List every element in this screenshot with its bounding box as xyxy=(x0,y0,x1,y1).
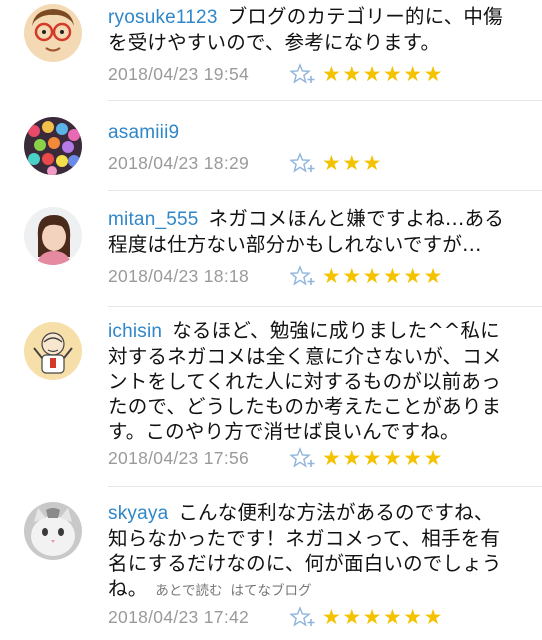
avatar-woman-photo-icon xyxy=(24,207,82,265)
comment-username[interactable]: ichisin xyxy=(108,321,162,342)
avatar-cartoon-man-icon xyxy=(24,322,82,380)
comment-item: asamiii9 2018/04/23 18:29 ★★★ xyxy=(0,100,542,190)
comment-item: skyaya こんな便利な方法があるのですね、知らなかったです！ネガコメって、相手… xyxy=(0,486,542,640)
comment-list: ryosuke1123 ブログのカテゴリー的に、中傷を受けやすいので、参考になりま… xyxy=(0,0,542,640)
comment-item: ryosuke1123 ブログのカテゴリー的に、中傷を受けやすいので、参考になりま… xyxy=(0,0,542,100)
avatar[interactable] xyxy=(24,207,82,265)
comment-date[interactable]: 2018/04/23 17:56 xyxy=(108,448,290,469)
comment-item: ichisin なるほど、勉強に成りました^^私に対するネガコメは全く意に介さない… xyxy=(0,306,542,486)
avatar-glasses-face-icon xyxy=(24,4,82,62)
comment-body: skyaya こんな便利な方法があるのですね、知らなかったです！ネガコメって、相手… xyxy=(108,500,512,604)
comment-meta: 2018/04/23 17:42 ★★★★★★ xyxy=(108,604,444,630)
star-rating[interactable]: ★★★★★★ xyxy=(322,606,444,628)
comment-text: なるほど、勉強に成りました^^私に対するネガコメは全く意に介さないが、コメントを… xyxy=(108,319,502,443)
star-rating[interactable]: ★★★★★★ xyxy=(322,63,444,85)
comment-meta: 2018/04/23 18:18 ★★★★★★ xyxy=(108,263,444,289)
add-star-icon[interactable] xyxy=(290,265,316,287)
add-star-icon[interactable] xyxy=(290,152,316,174)
add-star-icon[interactable] xyxy=(290,63,316,85)
comment-body: mitan_555 ネガコメほんと嫌ですよね…ある程度は仕方ない部分かもしれないで… xyxy=(108,206,512,257)
comment-username[interactable]: asamiii9 xyxy=(108,122,179,143)
comment-body: asamiii9 xyxy=(108,119,512,145)
avatar[interactable] xyxy=(24,4,82,62)
comment-body: ichisin なるほど、勉強に成りました^^私に対するネガコメは全く意に介さない… xyxy=(108,318,512,444)
avatar[interactable] xyxy=(24,117,82,175)
star-rating[interactable]: ★★★★★★ xyxy=(322,265,444,287)
star-rating[interactable]: ★★★ xyxy=(322,152,383,174)
comment-username[interactable]: ryosuke1123 xyxy=(108,7,218,28)
comment-meta: 2018/04/23 17:56 ★★★★★★ xyxy=(108,445,444,471)
avatar[interactable] xyxy=(24,322,82,380)
read-later-link[interactable]: あとで読む xyxy=(155,583,222,599)
comment-date[interactable]: 2018/04/23 19:54 xyxy=(108,64,290,85)
comment-username[interactable]: mitan_555 xyxy=(108,209,199,230)
avatar[interactable] xyxy=(24,502,82,560)
comment-date[interactable]: 2018/04/23 17:42 xyxy=(108,607,290,628)
comment-body: ryosuke1123 ブログのカテゴリー的に、中傷を受けやすいので、参考になりま… xyxy=(108,4,512,55)
star-rating[interactable]: ★★★★★★ xyxy=(322,447,444,469)
comment-item: mitan_555 ネガコメほんと嫌ですよね…ある程度は仕方ない部分かもしれないで… xyxy=(0,190,542,306)
comment-username[interactable]: skyaya xyxy=(108,503,168,524)
add-star-icon[interactable] xyxy=(290,447,316,469)
comment-date[interactable]: 2018/04/23 18:18 xyxy=(108,266,290,287)
add-star-icon[interactable] xyxy=(290,606,316,628)
avatar-colorful-balls-icon xyxy=(24,117,82,175)
hatena-blog-link[interactable]: はてなブログ xyxy=(231,583,312,599)
comment-meta: 2018/04/23 19:54 ★★★★★★ xyxy=(108,61,444,87)
comment-date[interactable]: 2018/04/23 18:29 xyxy=(108,153,290,174)
avatar-cat-photo-icon xyxy=(24,502,82,560)
comment-meta: 2018/04/23 18:29 ★★★ xyxy=(108,150,383,176)
